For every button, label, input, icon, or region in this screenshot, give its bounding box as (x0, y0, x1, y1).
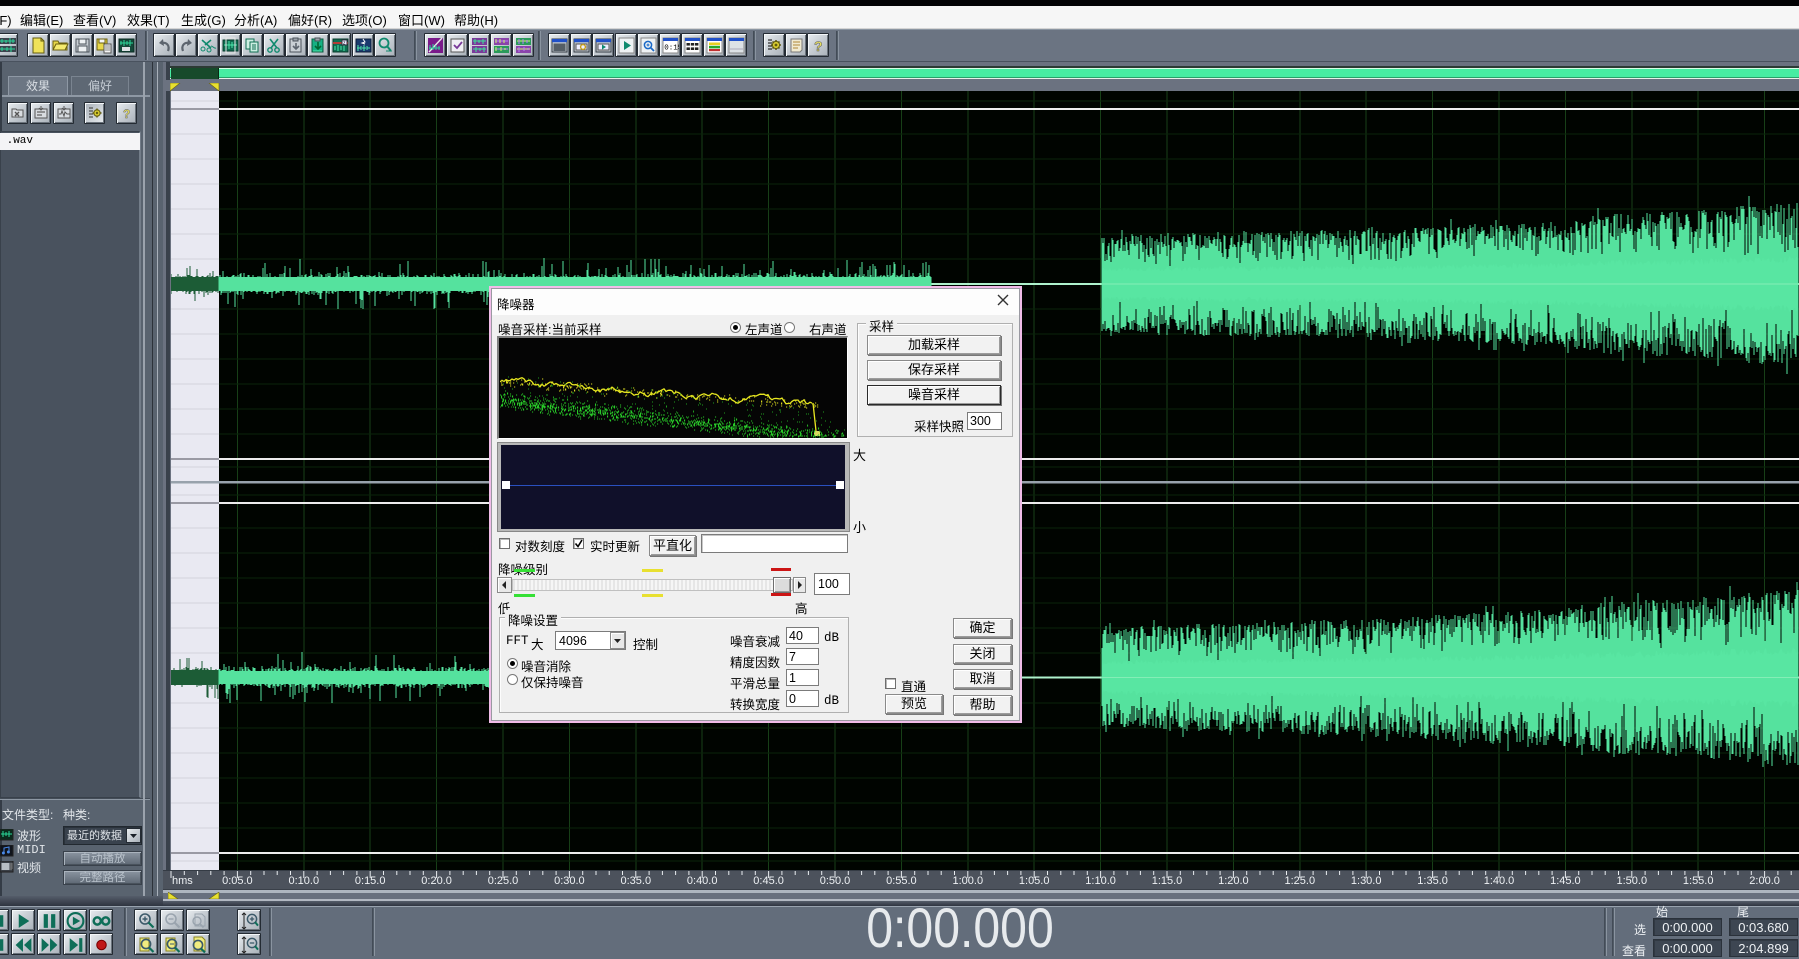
svg-text:?: ? (123, 107, 130, 120)
svg-text:0:15: 0:15 (664, 45, 679, 53)
svg-text:?: ? (814, 38, 823, 54)
